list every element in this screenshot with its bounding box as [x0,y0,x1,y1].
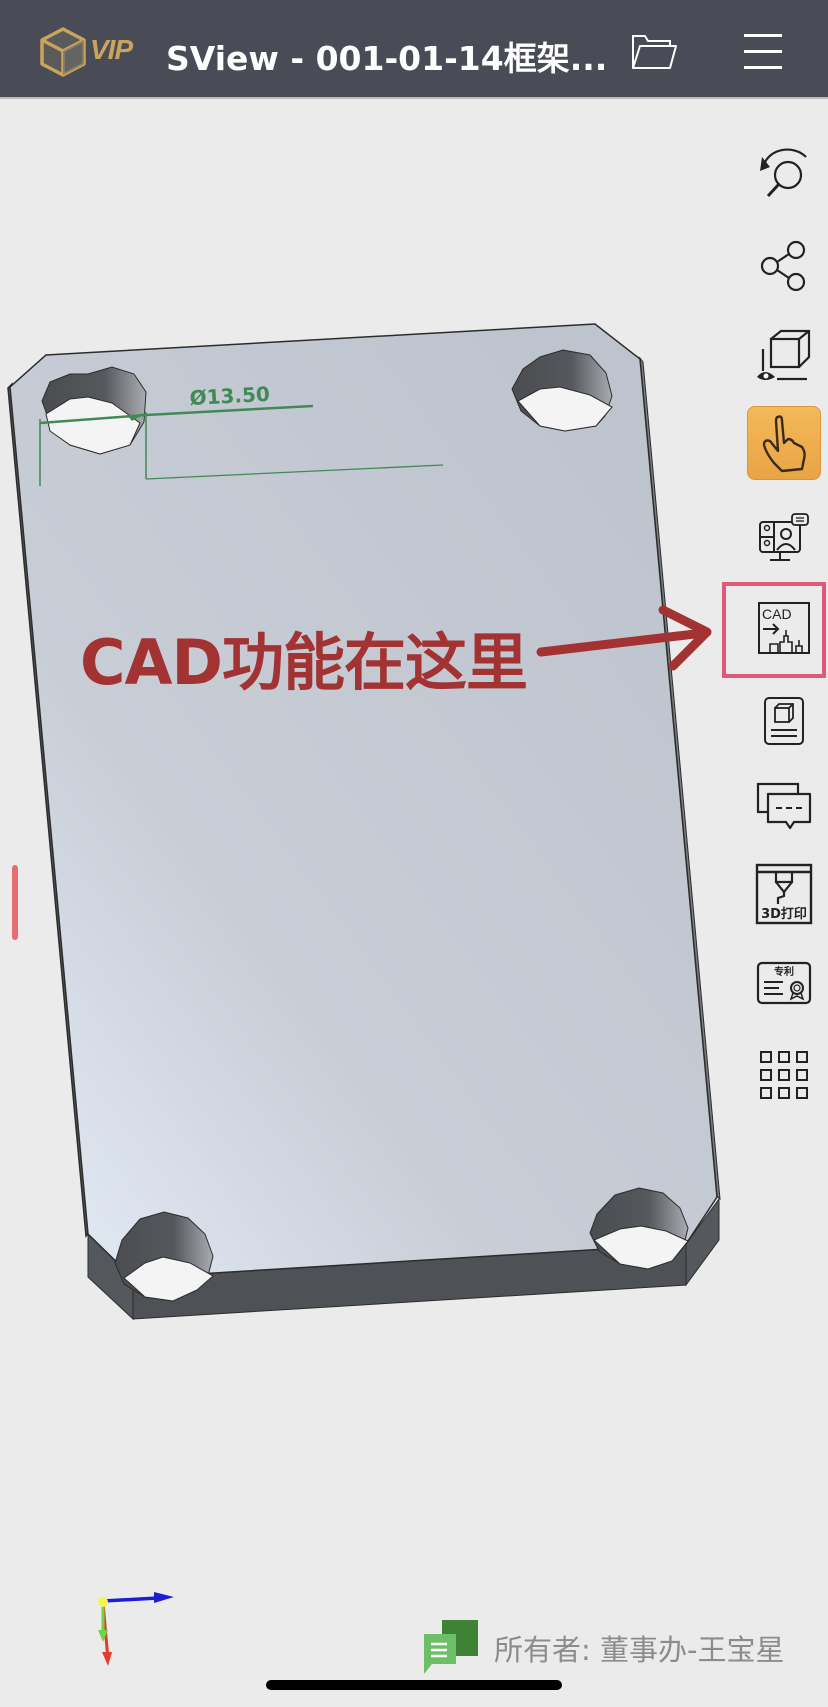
view-cube-eye-icon [757,329,811,381]
apps-tool[interactable] [746,1037,822,1113]
3d-print-tool[interactable]: 3D打印 [746,856,822,932]
video-meeting-icon [759,513,809,561]
axis-triad-icon [98,1592,174,1666]
cad-tool[interactable]: CAD [746,590,822,666]
3d-printer-icon: 3D打印 [755,863,813,925]
patent-certificate-icon: 专利 [756,961,812,1005]
patent-tool[interactable]: 专利 [746,945,822,1021]
share-tool[interactable] [746,228,822,304]
cad-icon-label: CAD [762,606,792,622]
3d-print-label: 3D打印 [761,906,807,922]
comment-bubble-icon[interactable] [422,1620,486,1676]
rotate-zoom-tool[interactable] [746,135,822,211]
home-indicator[interactable] [266,1680,562,1690]
top-bar: VIP SView - 001-01-14框架... [0,0,828,99]
rotate-zoom-icon [760,148,807,198]
vip-badge[interactable]: VIP [90,34,133,66]
apps-grid-icon [760,1051,808,1099]
3d-model-plate[interactable]: Ø13.50 [0,101,828,1707]
cad-hint-annotation: CAD功能在这里 [80,626,528,699]
arrow-pointer-icon [536,605,712,671]
dimension-label: Ø13.50 [189,382,270,410]
comments-icon [756,782,812,830]
patent-label: 专利 [774,965,794,978]
app-root: VIP SView - 001-01-14框架... Ø13.50 CAD功能在… [0,0,828,1707]
side-drawer-handle[interactable] [12,865,18,940]
share-icon [760,240,806,292]
owner-label: 所有者: 董事办-王宝星 [494,1633,785,1667]
model-document-icon [764,697,804,745]
vip-cube-logo-icon [40,27,86,77]
menu-icon[interactable] [744,34,782,70]
cad-convert-icon: CAD [758,602,810,654]
model-doc-tool[interactable] [746,684,822,760]
comments-tool[interactable] [746,768,822,844]
document-title: SView - 001-01-14框架... [166,39,608,78]
meeting-tool[interactable] [746,502,822,578]
gesture-tool[interactable] [747,406,821,480]
3d-viewport[interactable]: Ø13.50 [0,101,828,1707]
open-folder-icon[interactable] [630,32,678,72]
view-tool[interactable] [746,318,822,394]
hand-pointer-icon [762,415,806,473]
owner-info: 所有者: 董事办-王宝星 [422,1620,784,1676]
